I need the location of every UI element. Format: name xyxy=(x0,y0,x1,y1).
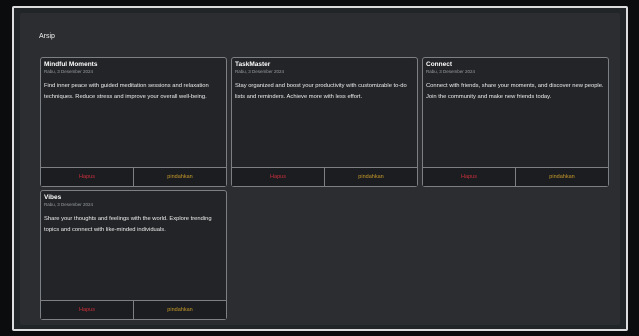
archive-panel: Arsip Mindful Moments Rabu, 3 Desember 2… xyxy=(20,13,620,325)
card-description: Find inner peace with guided meditation … xyxy=(44,83,209,100)
card-actions: Hapus pindahkan xyxy=(41,167,226,186)
page-title: Arsip xyxy=(39,33,55,40)
card-header: Mindful Moments Rabu, 3 Desember 2024 xyxy=(44,61,223,75)
move-button[interactable]: pindahkan xyxy=(324,168,417,186)
card-title: Mindful Moments xyxy=(44,61,98,68)
move-button[interactable]: pindahkan xyxy=(515,168,608,186)
card-date: Rabu, 3 Desember 2024 xyxy=(426,69,476,74)
card-date: Rabu, 3 Desember 2024 xyxy=(44,69,94,74)
card-date: Rabu, 3 Desember 2024 xyxy=(44,202,94,207)
card-header: Vibes Rabu, 3 Desember 2024 xyxy=(44,194,223,208)
delete-button[interactable]: Hapus xyxy=(232,168,324,186)
card-actions: Hapus pindahkan xyxy=(232,167,417,186)
card-description: Connect with friends, share your moments… xyxy=(426,83,604,100)
card-date: Rabu, 3 Desember 2024 xyxy=(235,69,285,74)
card-header: TaskMaster Rabu, 3 Desember 2024 xyxy=(235,61,414,75)
note-card: Connect Rabu, 3 Desember 2024 Connect wi… xyxy=(422,57,609,187)
delete-button[interactable]: Hapus xyxy=(41,168,133,186)
card-actions: Hapus pindahkan xyxy=(423,167,608,186)
card-title: Vibes xyxy=(44,194,62,201)
delete-button[interactable]: Hapus xyxy=(41,301,133,319)
note-card: Mindful Moments Rabu, 3 Desember 2024 Fi… xyxy=(40,57,227,187)
card-actions: Hapus pindahkan xyxy=(41,300,226,319)
note-card: Vibes Rabu, 3 Desember 2024 Share your t… xyxy=(40,190,227,320)
card-header: Connect Rabu, 3 Desember 2024 xyxy=(426,61,605,75)
move-button[interactable]: pindahkan xyxy=(133,301,226,319)
card-title: TaskMaster xyxy=(235,61,271,68)
move-button[interactable]: pindahkan xyxy=(133,168,226,186)
card-description: Stay organized and boost your productivi… xyxy=(235,83,407,100)
delete-button[interactable]: Hapus xyxy=(423,168,515,186)
card-title: Connect xyxy=(426,61,452,68)
card-description: Share your thoughts and feelings with th… xyxy=(44,216,212,233)
app-window: Arsip Mindful Moments Rabu, 3 Desember 2… xyxy=(12,6,628,331)
note-card: TaskMaster Rabu, 3 Desember 2024 Stay or… xyxy=(231,57,418,187)
